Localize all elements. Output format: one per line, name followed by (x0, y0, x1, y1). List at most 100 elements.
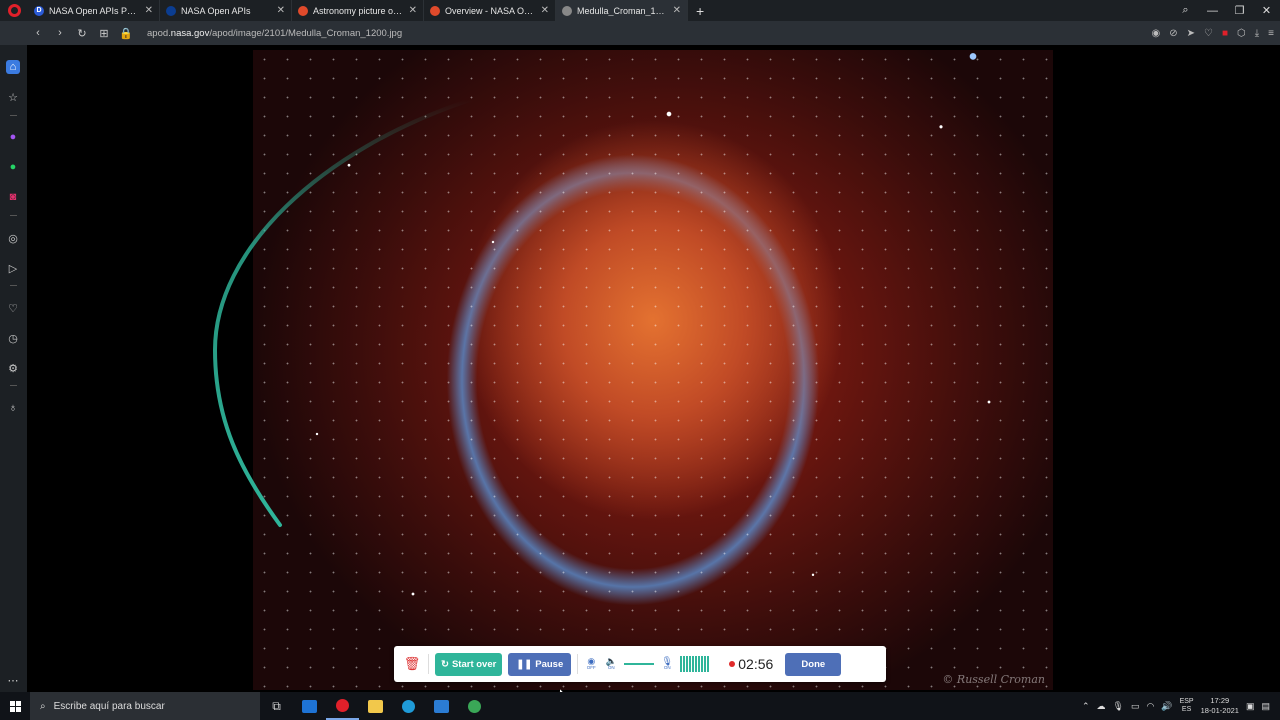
close-icon[interactable]: ✕ (409, 5, 417, 16)
onedrive-icon[interactable]: ☁ (1097, 701, 1106, 712)
tab-nasa-apis-public[interactable]: D NASA Open APIs Public W ✕ (28, 0, 160, 21)
cube-icon[interactable]: ⬡ (1237, 28, 1246, 39)
record-extension-icon[interactable]: ■ (1222, 28, 1228, 39)
close-icon[interactable]: ✕ (145, 5, 153, 16)
tab-astronomy-picture[interactable]: Astronomy picture of the d ✕ (292, 0, 424, 21)
easy-setup-icon[interactable]: ≡ (1268, 28, 1274, 39)
tab-title: Medulla_Croman_1200.jpg (577, 5, 668, 16)
pause-icon: ❚❚ (516, 658, 533, 670)
task-view-icon[interactable]: ⧉ (260, 692, 293, 720)
divider (428, 654, 429, 674)
divider (10, 215, 17, 216)
settings-icon[interactable]: ⚙ (6, 361, 20, 375)
recording-dot-icon (729, 661, 736, 667)
speed-dial-icon[interactable]: ⊞ (93, 27, 115, 40)
done-button[interactable]: Done (785, 652, 842, 676)
tab-overview-nasa[interactable]: Overview - NASA Open API ✕ (424, 0, 556, 21)
pause-label: Pause (535, 658, 564, 670)
start-over-button[interactable]: ↻ Start over (435, 652, 503, 676)
mic-level-meter (680, 656, 710, 672)
tab-medulla-image[interactable]: Medulla_Croman_1200.jpg ✕ (556, 0, 688, 21)
tab-title: Astronomy picture of the d (313, 5, 404, 16)
microphone-tray-icon[interactable]: 🎙 (1113, 701, 1124, 712)
opera-menu-icon[interactable] (0, 0, 28, 21)
volume-slider[interactable] (624, 663, 655, 665)
mic-state: ON (663, 665, 671, 671)
download-icon[interactable]: ⤓ (1255, 28, 1259, 39)
tab-title: Overview - NASA Open API (445, 5, 536, 16)
bookmarks-heart-icon[interactable]: ♡ (6, 301, 20, 315)
heart-icon[interactable]: ♡ (1204, 28, 1213, 39)
chevron-up-icon[interactable]: ⌃ (1082, 701, 1090, 712)
url-field[interactable]: apod.nasa.gov/apod/image/2101/Medulla_Cr… (147, 28, 402, 39)
close-icon[interactable]: ✕ (277, 5, 285, 16)
restart-icon: ↻ (441, 658, 449, 670)
player-icon[interactable]: ◎ (6, 231, 20, 245)
clock-time: 17:29 (1210, 696, 1230, 706)
opera-taskbar-icon[interactable] (326, 692, 359, 720)
trash-icon[interactable]: 🗑 (402, 656, 422, 672)
clock[interactable]: 17:29 18-01-2021 (1201, 696, 1239, 716)
file-explorer-icon[interactable] (359, 692, 392, 720)
battery-icon[interactable]: ▭ (1131, 701, 1140, 712)
screen-recorder-toolbar: 🗑 ↻ Start over ❚❚ Pause ◉ OFF 🔈 ON 🎙 ON … (394, 646, 886, 682)
window-controls: ⌕ — ❐ ✕ (1172, 0, 1280, 21)
notifications-icon[interactable]: ▤ (1261, 701, 1270, 712)
snapshot-icon[interactable]: ◉ (1151, 28, 1160, 39)
divider (10, 115, 17, 116)
close-icon[interactable]: ✕ (673, 5, 681, 16)
input-language[interactable]: ESP ES (1180, 698, 1194, 714)
recording-timer: 02:56 (729, 656, 773, 672)
calendar-icon[interactable] (425, 692, 458, 720)
instagram-icon[interactable]: ◙ (6, 190, 20, 204)
lang-top: ESP (1179, 697, 1194, 705)
image-favicon-icon (562, 5, 572, 16)
windows-taskbar: ⌕ Escribe aquí para buscar ⧉ ⌃ ☁ 🎙 ▭ ◠ 🔊… (0, 692, 1280, 720)
home-icon[interactable]: ⌂ (6, 60, 20, 74)
tips-bulb-icon[interactable]: ♁ (6, 401, 20, 415)
meet-now-icon[interactable]: ▣ (1246, 701, 1255, 712)
tab-nasa-open-apis[interactable]: NASA Open APIs ✕ (160, 0, 292, 21)
whatsapp-icon[interactable]: ● (6, 160, 20, 174)
address-bar: ‹ › ↻ ⊞ 🔒 apod.nasa.gov/apod/image/2101/… (0, 21, 1280, 45)
minimize-icon[interactable]: — (1199, 5, 1226, 17)
flow-icon[interactable]: ▷ (6, 261, 20, 275)
restore-icon[interactable]: ❐ (1226, 4, 1253, 17)
new-tab-button[interactable]: + (688, 3, 712, 19)
adblock-icon[interactable]: ⊘ (1169, 28, 1177, 39)
tab-title: NASA Open APIs (181, 5, 251, 16)
mic-toggle[interactable]: 🎙 ON (660, 657, 674, 671)
back-icon[interactable]: ‹ (27, 27, 49, 39)
speed-dial-icon[interactable]: ☆ (6, 90, 20, 104)
d-favicon-icon: D (34, 5, 44, 16)
close-icon[interactable]: ✕ (541, 5, 549, 16)
chrome-icon[interactable] (458, 692, 491, 720)
history-icon[interactable]: ◷ (6, 331, 20, 345)
pause-button[interactable]: ❚❚ Pause (508, 652, 572, 676)
timer-value: 02:56 (738, 656, 774, 672)
search-tabs-icon[interactable]: ⌕ (1172, 4, 1199, 17)
divider (10, 285, 17, 286)
mail-icon[interactable] (293, 692, 326, 720)
audio-toggle[interactable]: 🔈 ON (604, 657, 618, 671)
wifi-icon[interactable]: ◠ (1147, 701, 1155, 712)
forward-icon[interactable]: › (49, 27, 71, 39)
taskbar-search[interactable]: ⌕ Escribe aquí para buscar (30, 692, 260, 720)
volume-icon[interactable]: 🔊 (1161, 701, 1172, 712)
system-tray: ⌃ ☁ 🎙 ▭ ◠ 🔊 ESP ES 17:29 18-01-2021 ▣ ▤ (1082, 692, 1280, 720)
lang-bottom: ES (1181, 706, 1192, 713)
windows-start-icon[interactable] (0, 692, 30, 720)
start-over-label: Start over (451, 658, 497, 670)
reload-icon[interactable]: ↻ (71, 27, 93, 40)
webcam-toggle[interactable]: ◉ OFF (584, 657, 598, 671)
url-path: /apod/image/2101/Medulla_Croman_1200.jpg (209, 27, 403, 39)
audio-state: ON (607, 665, 615, 671)
more-icon[interactable]: ⋯ (6, 673, 20, 687)
divider (577, 654, 579, 674)
edge-icon[interactable] (392, 692, 425, 720)
messenger-icon[interactable]: ● (6, 130, 20, 144)
opera-sidebar: ⌂ ☆ ● ● ◙ ◎ ▷ ♡ ◷ ⚙ ♁ ⋯ (0, 45, 27, 692)
send-icon[interactable]: ➤ (1187, 28, 1195, 39)
annotation-arc (212, 100, 472, 527)
close-window-icon[interactable]: ✕ (1253, 4, 1280, 17)
